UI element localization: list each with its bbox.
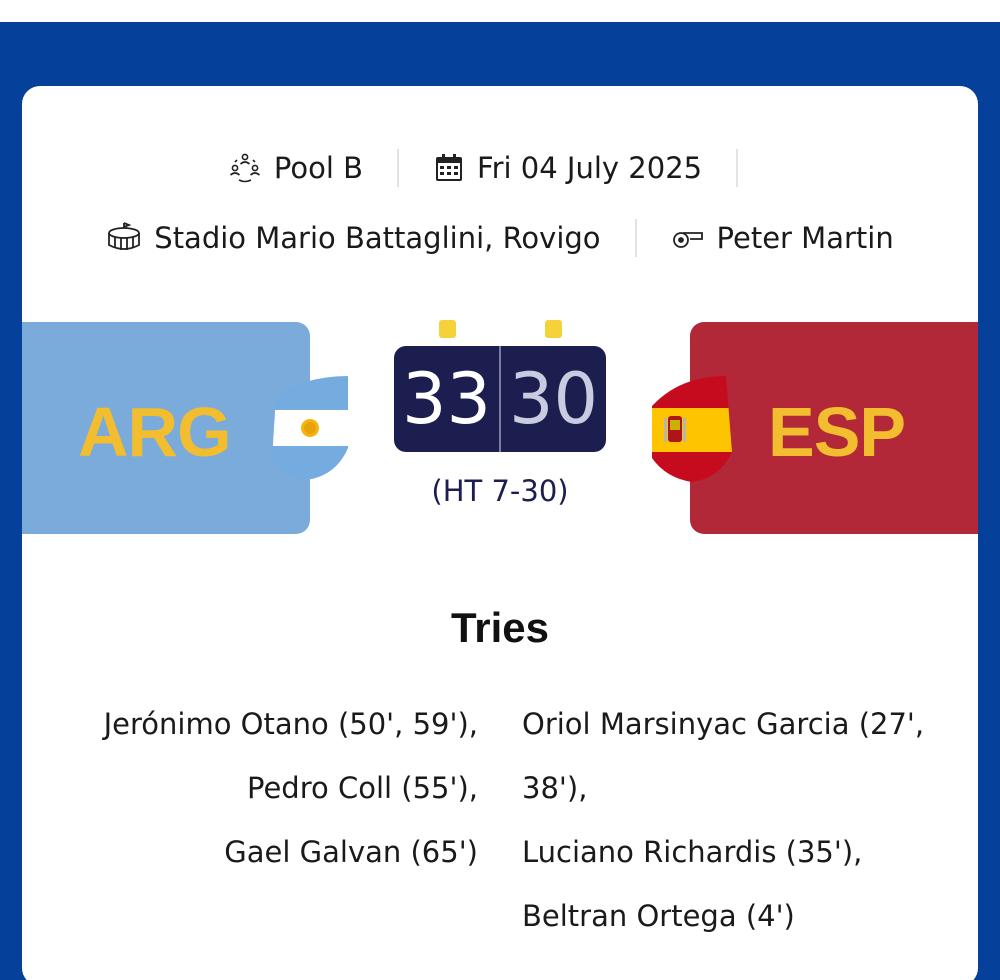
pool-label: Pool B [273, 151, 364, 185]
tries-heading: Tries [450, 604, 550, 651]
people-group-icon [228, 151, 262, 185]
list-item: Beltran Ortega (4') [522, 899, 795, 933]
match-meta-row-2: Stadio Mario Battaglini, Rovigo Peter Ma… [0, 216, 1000, 260]
argentina-flag-icon [266, 376, 350, 489]
away-tries-list: Oriol Marsinyac Garcia (27', 38'), Lucia… [522, 692, 962, 948]
meta-divider [397, 149, 400, 187]
calendar-icon [433, 152, 465, 184]
list-item: Jerónimo Otano (50', 59'), [103, 707, 478, 741]
pool-info: Pool B [228, 151, 363, 185]
list-item: Pedro Coll (55'), [247, 771, 478, 805]
meta-divider [634, 219, 637, 257]
venue-label: Stadio Mario Battaglini, Rovigo [154, 221, 601, 255]
scoreboard: 33 30 [394, 346, 606, 452]
venue-info: Stadio Mario Battaglini, Rovigo [106, 221, 601, 255]
home-team-code: ARG [78, 393, 232, 471]
list-item: Luciano Richardis (35'), [522, 835, 863, 869]
home-tries-list: Jerónimo Otano (50', 59'), Pedro Coll (5… [40, 692, 478, 884]
date-info: Fri 04 July 2025 [433, 151, 702, 185]
match-meta-row-1: Pool B Fri 04 July 2025 [0, 146, 1000, 190]
home-score-indicator [439, 320, 456, 338]
meta-divider [736, 149, 739, 187]
stadium-icon [106, 221, 142, 255]
home-score: 33 [401, 358, 492, 440]
list-item: Oriol Marsinyac Garcia (27', [522, 707, 925, 741]
referee-label: Peter Martin [716, 221, 894, 255]
away-score-indicator [545, 320, 562, 338]
away-team-code: ESP [768, 393, 906, 471]
halftime-score: (HT 7-30) [431, 474, 569, 508]
list-item: Gael Galvan (65') [224, 835, 478, 869]
list-item: 38'), [522, 771, 588, 805]
whistle-icon [671, 225, 705, 251]
spain-flag-icon [650, 376, 734, 489]
away-score: 30 [508, 358, 599, 440]
date-label: Fri 04 July 2025 [477, 151, 703, 185]
referee-info: Peter Martin [671, 221, 894, 255]
